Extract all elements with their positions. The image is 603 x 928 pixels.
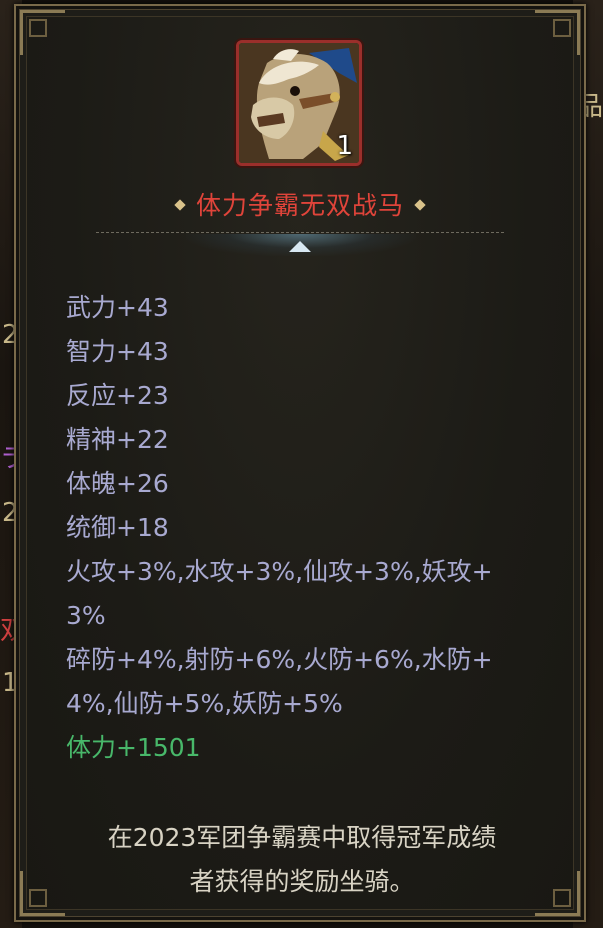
- stats-list: 武力+43 智力+43 反应+23 精神+22 体魄+26 统御+18 火攻+3…: [66, 286, 536, 770]
- divider-line: [96, 232, 504, 233]
- stat-line: 武力+43: [66, 293, 169, 322]
- diamond-icon: [414, 199, 426, 211]
- stat-line: 碎防+4%,射防+6%,火防+6%,水防+: [66, 645, 493, 674]
- stat-line: 智力+43: [66, 337, 169, 366]
- stat-line: 体魄+26: [66, 469, 169, 498]
- item-tooltip-panel: 1 体力争霸无双战马 武力+43 智力+43 反应+23 精神+22 体魄+26…: [14, 4, 586, 922]
- item-name: 体力争霸无双战马: [195, 191, 404, 220]
- item-icon-slot[interactable]: 1: [236, 40, 362, 166]
- stat-line: 统御+18: [66, 513, 169, 542]
- item-name-row: 体力争霸无双战马: [16, 186, 584, 222]
- stat-line: 精神+22: [66, 425, 169, 454]
- description-line: 者获得的奖励坐骑。: [189, 867, 415, 896]
- stat-line: 火攻+3%,水攻+3%,仙攻+3%,妖攻+: [66, 557, 493, 586]
- stat-line: 反应+23: [66, 381, 169, 410]
- caret-up-icon: [289, 241, 311, 252]
- corner-ornament: [535, 10, 580, 55]
- corner-ornament: [20, 10, 65, 55]
- item-description: 在2023军团争霸赛中取得冠军成绩 者获得的奖励坐骑。: [56, 816, 548, 904]
- description-line: 在2023军团争霸赛中取得冠军成绩: [107, 823, 497, 852]
- stat-line: 4%,仙防+5%,妖防+5%: [66, 689, 343, 718]
- stat-line: 3%: [66, 601, 106, 630]
- diamond-icon: [174, 199, 186, 211]
- special-stat-line: 体力+1501: [66, 733, 201, 762]
- item-count: 1: [336, 131, 353, 161]
